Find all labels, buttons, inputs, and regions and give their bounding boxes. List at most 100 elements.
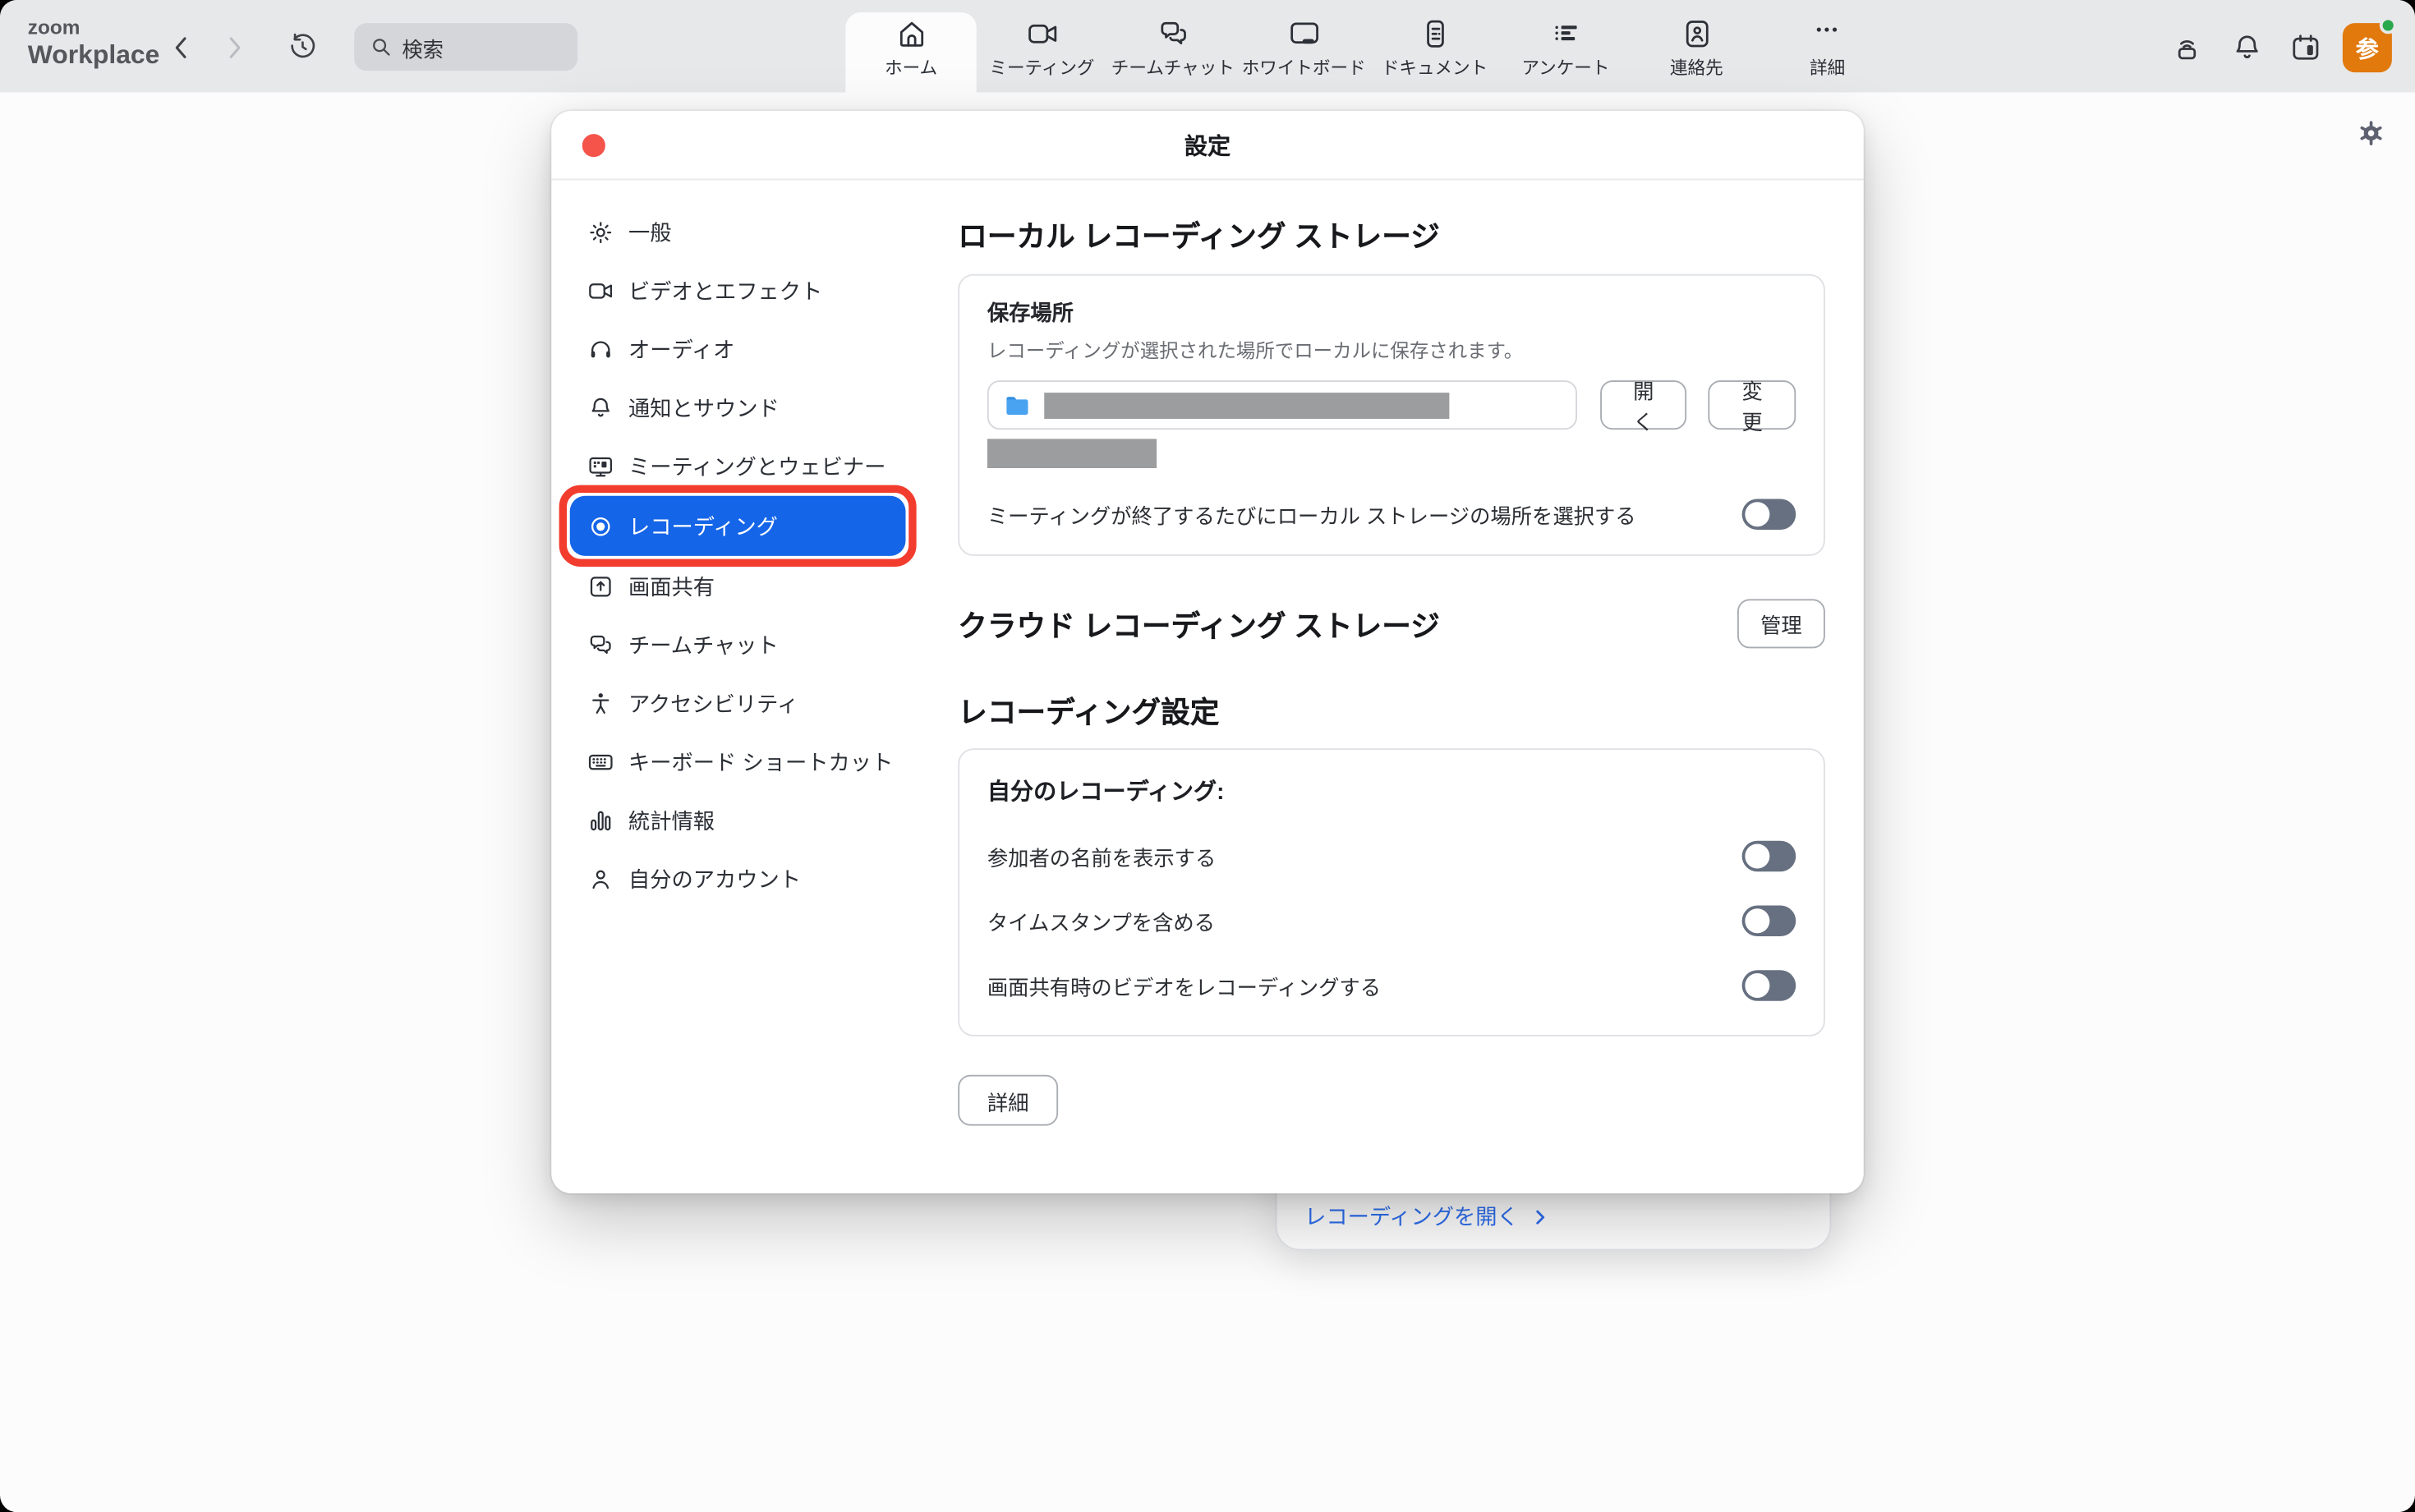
per-meeting-toggle[interactable] <box>1742 499 1796 531</box>
logo-line2: Workplace <box>28 42 160 68</box>
sidebar-item-screen-share[interactable]: 画面共有 <box>551 562 924 609</box>
sidebar-item-team-chat[interactable]: チームチャット <box>551 621 924 669</box>
stats-icon <box>586 807 614 834</box>
show-participant-names-label: 参加者の名前を表示する <box>987 841 1216 872</box>
record-video-during-share-label: 画面共有時のビデオをレコーディングする <box>987 970 1381 1001</box>
sidebar-item-general[interactable]: 一般 <box>551 208 924 255</box>
tab-whiteboard[interactable]: ホワイトボード <box>1239 0 1369 93</box>
tab-label: ドキュメント <box>1382 56 1488 80</box>
sidebar-item-keyboard-shortcuts[interactable]: キーボード ショートカット <box>551 738 924 785</box>
tab-label: ミーティング <box>989 56 1094 80</box>
sidebar-item-video-effects[interactable]: ビデオとエフェクト <box>551 266 924 314</box>
connect-device-button[interactable] <box>2170 31 2204 65</box>
topbar: zoom Workplace 検索 ホーム <box>0 0 2415 93</box>
back-button[interactable] <box>167 32 198 63</box>
sidebar-item-notifications[interactable]: 通知とサウンド <box>551 384 924 431</box>
notifications-button[interactable] <box>2230 31 2264 65</box>
zoom-workplace-logo: zoom Workplace <box>28 17 160 68</box>
recording-settings-heading: レコーディング設定 <box>958 690 1825 732</box>
tab-meetings[interactable]: ミーティング <box>977 0 1107 93</box>
page-settings-button[interactable] <box>2355 117 2387 149</box>
sidebar-item-recording[interactable]: レコーディング <box>570 496 906 556</box>
sidebar-item-audio[interactable]: オーディオ <box>551 325 924 373</box>
screen-share-icon <box>586 572 614 600</box>
open-button[interactable]: 開く <box>1600 380 1687 430</box>
sidebar-item-label: 統計情報 <box>628 805 715 836</box>
tab-label: チームチャット <box>1111 56 1235 80</box>
tab-label: ホワイトボード <box>1242 56 1366 80</box>
folder-icon <box>1005 392 1031 418</box>
open-recordings-link[interactable]: レコーディングを開く <box>1304 1202 1548 1233</box>
redacted-path <box>1044 392 1449 418</box>
tab-team-chat[interactable]: チームチャット <box>1107 0 1238 93</box>
bell-icon <box>586 393 614 421</box>
my-recordings-label: 自分のレコーディング: <box>987 774 1796 807</box>
sidebar-item-label: ミーティングとウェビナー <box>628 450 886 481</box>
tab-home[interactable]: ホーム <box>845 12 976 93</box>
recording-path-input[interactable] <box>987 380 1577 430</box>
forward-button[interactable] <box>218 32 250 63</box>
contacts-icon <box>1680 17 1714 51</box>
presence-dot <box>2380 17 2397 34</box>
settings-sidebar: 一般 ビデオとエフェクト オーディオ <box>551 180 924 1193</box>
close-button[interactable] <box>582 134 605 157</box>
home-icon <box>894 17 927 51</box>
dialog-header: 設定 <box>551 111 1864 180</box>
accessibility-icon <box>586 689 614 717</box>
include-timestamp-label: タイムスタンプを含める <box>987 906 1215 937</box>
gear-icon <box>2355 117 2387 149</box>
bell-icon <box>2230 31 2264 65</box>
redacted-storage-info <box>987 439 1157 468</box>
tab-label: アンケート <box>1521 56 1609 80</box>
survey-icon <box>1548 17 1582 51</box>
tab-label: 連絡先 <box>1670 56 1723 80</box>
calendar-button[interactable] <box>2288 31 2322 65</box>
sidebar-item-label: 通知とサウンド <box>628 392 780 423</box>
sidebar-item-label: レコーディング <box>628 511 778 542</box>
include-timestamp-toggle[interactable] <box>1742 906 1796 937</box>
chat-icon <box>586 631 614 659</box>
sidebar-item-label: チームチャット <box>628 629 779 660</box>
search-placeholder: 検索 <box>402 31 444 62</box>
chevron-right-icon <box>1534 1206 1548 1226</box>
gear-icon <box>586 218 614 246</box>
search-input[interactable]: 検索 <box>354 23 577 71</box>
chat-icon <box>1156 17 1189 51</box>
whiteboard-icon <box>1287 17 1321 51</box>
sidebar-item-accessibility[interactable]: アクセシビリティ <box>551 679 924 727</box>
history-button[interactable] <box>287 31 319 63</box>
tab-contacts[interactable]: 連絡先 <box>1631 0 1762 93</box>
manage-button[interactable]: 管理 <box>1737 599 1825 648</box>
device-icon <box>2170 31 2204 65</box>
show-participant-names-toggle[interactable] <box>1742 841 1796 872</box>
sidebar-item-label: キーボード ショートカット <box>628 746 893 777</box>
sidebar-item-label: 自分のアカウント <box>628 863 801 894</box>
sidebar-item-statistics[interactable]: 統計情報 <box>551 796 924 843</box>
history-icon <box>287 31 319 63</box>
local-storage-heading: ローカル レコーディング ストレージ <box>958 214 1825 256</box>
settings-panel: ローカル レコーディング ストレージ 保存場所 レコーディングが選択された場所で… <box>924 180 1864 1193</box>
location-description: レコーディングが選択された場所でローカルに保存されます。 <box>987 334 1796 364</box>
tab-surveys[interactable]: アンケート <box>1500 0 1631 93</box>
sidebar-item-meetings-webinars[interactable]: ミーティングとウェビナー <box>551 442 924 489</box>
keyboard-icon <box>586 747 614 775</box>
change-button[interactable]: 変更 <box>1709 380 1796 430</box>
avatar[interactable]: 参 <box>2343 23 2392 72</box>
avatar-initial: 参 <box>2356 31 2379 63</box>
sidebar-item-label: 一般 <box>628 216 672 247</box>
settings-dialog: 設定 一般 ビデオとエフェクト <box>551 111 1864 1193</box>
sidebar-item-label: オーディオ <box>628 333 734 365</box>
video-icon <box>586 277 614 305</box>
sidebar-item-my-account[interactable]: 自分のアカウント <box>551 855 924 903</box>
chevron-left-icon <box>167 32 198 63</box>
sidebar-item-label: ビデオとエフェクト <box>628 275 822 306</box>
search-icon <box>370 35 393 58</box>
tab-docs[interactable]: ドキュメント <box>1369 0 1500 93</box>
tab-more[interactable]: 詳細 <box>1762 0 1893 93</box>
record-icon <box>586 512 614 540</box>
main-tabs: ホーム ミーティング チームチャット ホワイトボー <box>845 0 1893 93</box>
account-icon <box>586 865 614 893</box>
record-video-during-share-toggle[interactable] <box>1742 970 1796 1001</box>
advanced-button[interactable]: 詳細 <box>958 1075 1058 1126</box>
sidebar-item-label: アクセシビリティ <box>628 687 798 719</box>
